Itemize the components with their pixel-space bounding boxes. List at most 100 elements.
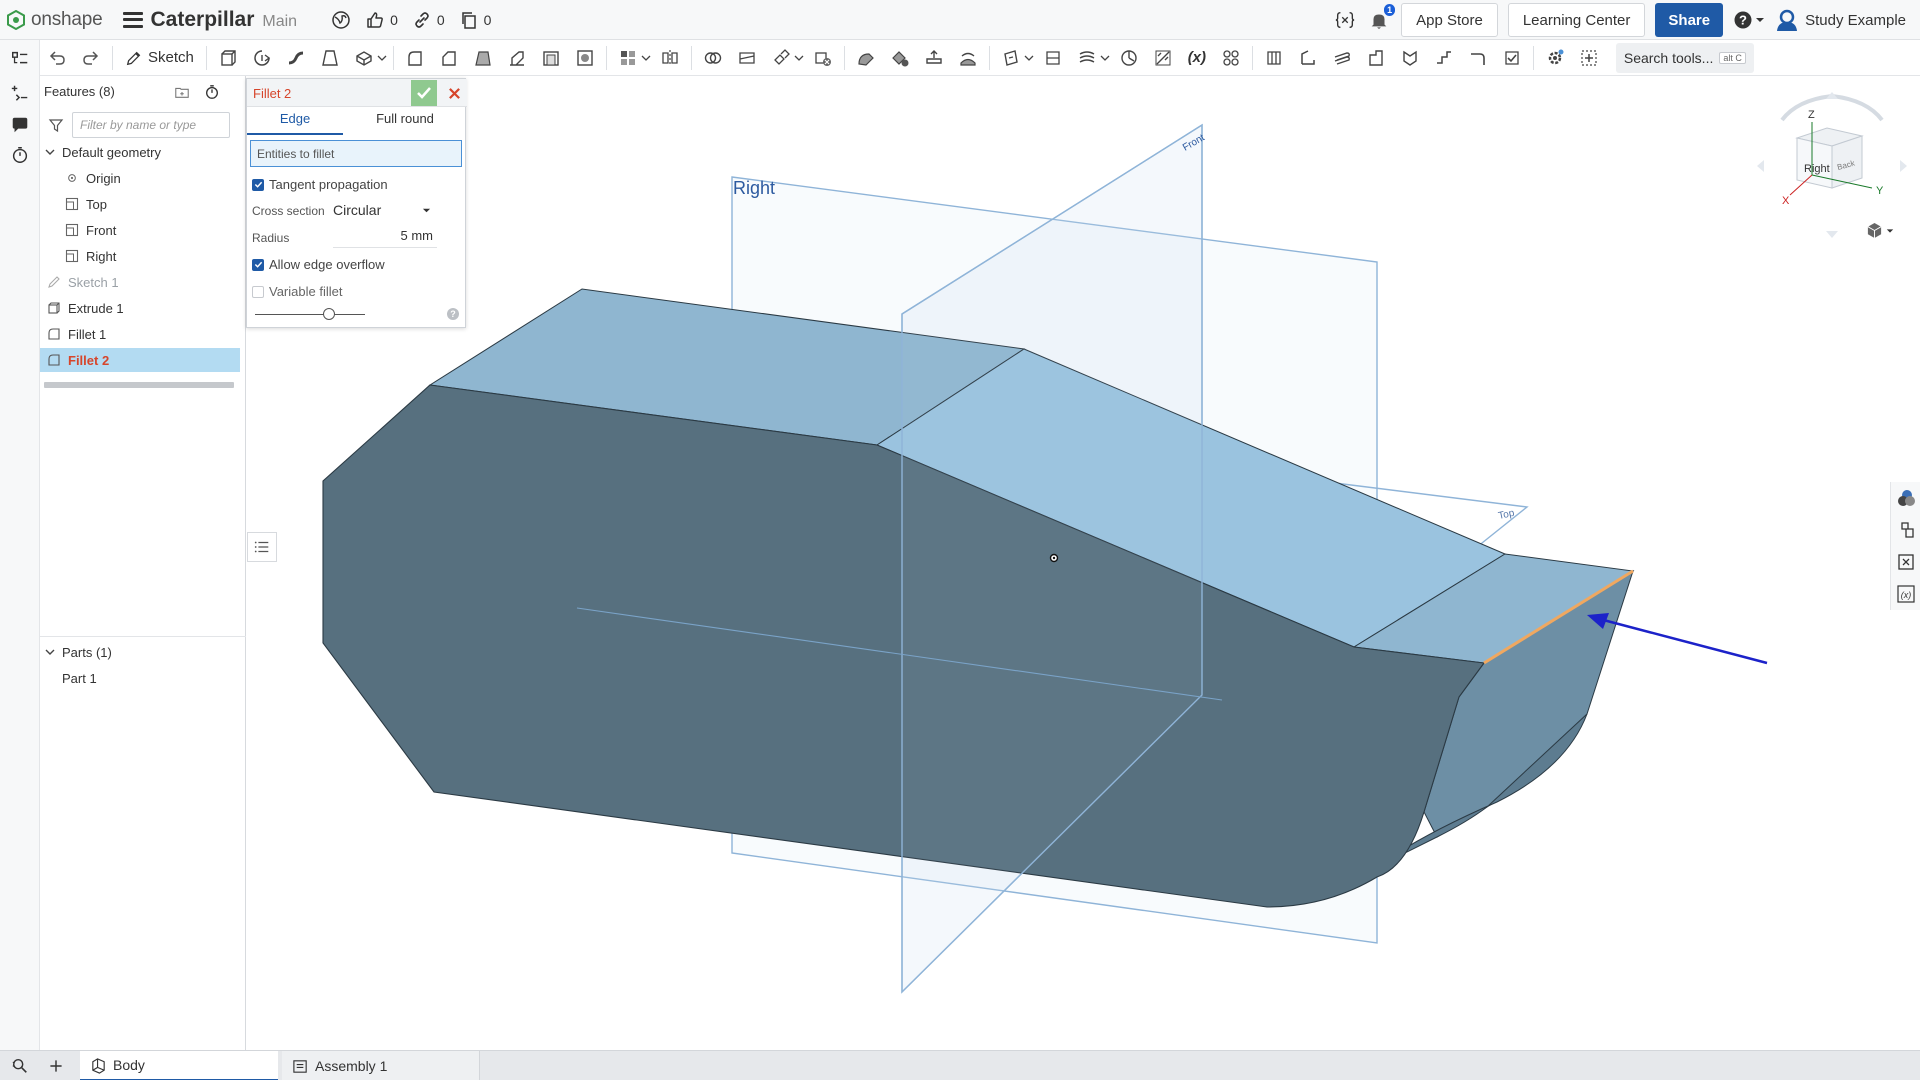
tree-right-plane[interactable]: Right	[40, 244, 240, 268]
configuration-icon[interactable]	[1220, 47, 1242, 69]
tab-icon[interactable]	[1365, 47, 1387, 69]
copies[interactable]: 0	[459, 10, 491, 30]
split-icon[interactable]	[736, 47, 758, 69]
revolve-icon[interactable]	[251, 47, 273, 69]
draft-icon[interactable]	[472, 47, 494, 69]
delete-face-icon[interactable]	[889, 47, 911, 69]
filter-icon[interactable]	[48, 117, 64, 133]
tree-extrude-1[interactable]: Extrude 1	[40, 296, 240, 320]
variable-icon[interactable]: (x)	[1186, 47, 1208, 69]
tree-fillet-1[interactable]: Fillet 1	[40, 322, 240, 346]
hem-icon[interactable]	[1331, 47, 1353, 69]
boolean-icon[interactable]	[702, 47, 724, 69]
view-options-cube-icon[interactable]	[1866, 222, 1894, 239]
add-tab-icon[interactable]	[45, 1055, 67, 1077]
learning-center-button[interactable]: Learning Center	[1507, 3, 1646, 37]
corner-icon[interactable]	[1467, 47, 1489, 69]
loft-icon[interactable]	[319, 47, 341, 69]
undo-icon[interactable]	[46, 47, 68, 69]
thicken-icon[interactable]	[353, 47, 375, 69]
model-view[interactable]: Top Right Front	[247, 77, 1920, 1050]
chevron-down-icon[interactable]	[1024, 47, 1034, 69]
tree-part-1[interactable]: Part 1	[40, 666, 240, 690]
chevron-down-icon[interactable]	[1100, 47, 1110, 69]
search-tools-input[interactable]: Search tools... alt C	[1615, 42, 1754, 73]
curve-pattern-icon[interactable]	[1076, 47, 1098, 69]
custom-features-gear-icon[interactable]	[1544, 47, 1566, 69]
tree-top-plane[interactable]: Top	[40, 192, 240, 216]
mate-features-icon[interactable]	[1890, 546, 1920, 578]
rotate-right-arrow[interactable]	[1900, 160, 1907, 172]
modify-fillet-icon[interactable]	[855, 47, 877, 69]
sweep-icon[interactable]	[285, 47, 307, 69]
add-custom-feature-icon[interactable]	[1578, 47, 1600, 69]
tree-origin[interactable]: Origin	[40, 166, 240, 190]
rotate-down-arrow[interactable]	[1826, 231, 1838, 238]
tree-default-geometry[interactable]: Default geometry	[40, 140, 240, 164]
part-studio-parts-icon[interactable]	[1890, 514, 1920, 546]
insert-icon[interactable]	[9, 82, 31, 104]
tree-front-plane[interactable]: Front	[40, 218, 240, 242]
sketch-button[interactable]: Sketch	[125, 49, 194, 67]
help-menu[interactable]: ?	[1733, 10, 1765, 30]
links[interactable]: 0	[412, 10, 445, 30]
graphics-viewport[interactable]: Top Right Front	[247, 77, 1920, 1050]
chevron-down-icon[interactable]	[794, 47, 804, 69]
transform-icon[interactable]	[770, 47, 792, 69]
comments-icon[interactable]	[9, 114, 31, 136]
form-icon[interactable]	[1433, 47, 1455, 69]
rotate-left-arrow[interactable]	[1757, 160, 1764, 172]
shell-icon[interactable]	[540, 47, 562, 69]
tab-manager-icon[interactable]	[9, 1055, 31, 1077]
tab-assembly-1[interactable]: Assembly 1	[282, 1051, 480, 1080]
fillet-icon[interactable]	[404, 47, 426, 69]
feature-list-icon[interactable]	[9, 48, 31, 70]
right-plane-label[interactable]: Right	[733, 178, 775, 198]
measure-icon[interactable]	[1152, 47, 1174, 69]
public-globe-icon[interactable]	[331, 10, 351, 30]
mate-connector-icon[interactable]	[1042, 47, 1064, 69]
delete-part-icon[interactable]	[812, 47, 834, 69]
chevron-down-icon[interactable]	[44, 646, 56, 658]
hole-icon[interactable]	[574, 47, 596, 69]
extrude-icon[interactable]	[217, 47, 239, 69]
chamfer-icon[interactable]	[438, 47, 460, 69]
tab-body[interactable]: Body	[80, 1051, 278, 1080]
feature-filter-input[interactable]: Filter by name or type	[72, 112, 230, 138]
replace-face-icon[interactable]	[957, 47, 979, 69]
helix-icon[interactable]	[1118, 47, 1140, 69]
share-button[interactable]: Share	[1655, 3, 1724, 37]
view-cube[interactable]: Right Back Z X Y	[1752, 90, 1912, 240]
move-face-icon[interactable]	[923, 47, 945, 69]
rib-icon[interactable]	[506, 47, 528, 69]
notifications-bell-icon[interactable]: 1	[1367, 4, 1396, 32]
user-menu[interactable]: Study Example	[1775, 8, 1906, 32]
tree-parts[interactable]: Parts (1)	[40, 640, 240, 664]
app-store-button[interactable]: App Store	[1401, 3, 1498, 37]
redo-icon[interactable]	[80, 47, 102, 69]
sheet-metal-icon[interactable]	[1263, 47, 1285, 69]
menu-icon[interactable]	[122, 11, 143, 28]
tree-fillet-2[interactable]: Fillet 2	[40, 348, 240, 372]
branch-name[interactable]: Main	[262, 13, 297, 31]
chevron-down-icon[interactable]	[377, 47, 387, 69]
flange-icon[interactable]	[1297, 47, 1319, 69]
add-folder-icon[interactable]	[174, 84, 190, 103]
finish-sheet-metal-icon[interactable]	[1501, 47, 1523, 69]
history-stopwatch-icon[interactable]	[9, 144, 31, 166]
document-title[interactable]: Caterpillar	[151, 8, 255, 32]
rollback-stopwatch-icon[interactable]	[204, 84, 220, 103]
chevron-down-icon[interactable]	[641, 47, 651, 69]
linear-pattern-icon[interactable]	[617, 47, 639, 69]
feature-list-scrollbar[interactable]	[44, 382, 234, 388]
likes[interactable]: 0	[365, 10, 398, 30]
onshape-logo[interactable]: onshape	[6, 0, 103, 40]
variables-braces-icon[interactable]	[1333, 8, 1357, 32]
chevron-down-icon[interactable]	[44, 146, 56, 158]
bend-icon[interactable]	[1399, 47, 1421, 69]
tree-sketch-1[interactable]: Sketch 1	[40, 270, 240, 294]
mirror-icon[interactable]	[659, 47, 681, 69]
variables-panel-icon[interactable]: (x)	[1890, 578, 1920, 610]
appearance-icon[interactable]	[1890, 482, 1920, 514]
plane-icon[interactable]	[1000, 47, 1022, 69]
